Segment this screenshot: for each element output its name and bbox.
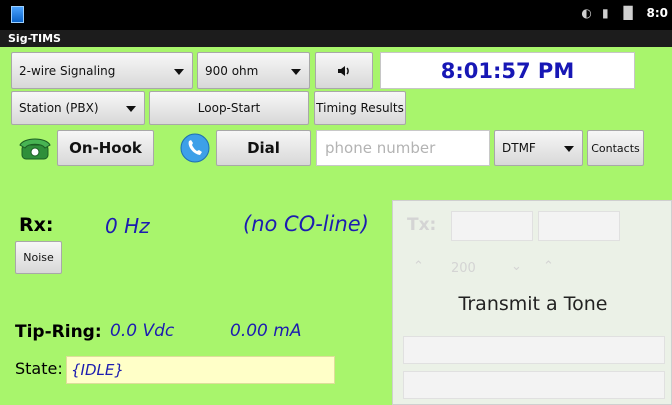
chevron-down-icon: ⌄ [511, 259, 522, 274]
status-bar [0, 0, 672, 30]
speaker-icon [338, 65, 349, 76]
signal-icon: ▐▌ [618, 6, 638, 20]
transmit-tone-label: Transmit a Tone [458, 293, 608, 315]
rx-label: Rx: [19, 214, 54, 236]
noise-button[interactable]: Noise [15, 241, 62, 274]
ghost-row-2 [403, 371, 665, 399]
app-title: Sig-TIMS [0, 30, 672, 47]
mode-select-value: 2-wire Signaling [19, 63, 116, 78]
tx-label: Tx: [407, 215, 437, 235]
tx-field [451, 211, 533, 241]
chevron-down-icon [126, 106, 136, 112]
chevron-up-icon: ⌃ [413, 259, 424, 274]
chevron-down-icon [174, 68, 184, 75]
station-select-value: Station (PBX) [19, 101, 99, 115]
tip-ring-label: Tip-Ring: [15, 322, 102, 342]
sync-icon: ◐ [581, 6, 592, 20]
status-time: 8:0 [646, 6, 669, 20]
station-select[interactable]: Station (PBX) [11, 91, 145, 125]
chevron-up-icon: ⌃ [543, 259, 554, 274]
contacts-button[interactable]: Contacts [587, 130, 644, 166]
status-icons: ◐ ▮ ▐▌ 8:0 [581, 6, 668, 20]
usb-icon: ▮ [602, 6, 609, 20]
transmit-tone-panel[interactable]: Tx: 200 ⌃ ⌄ ⌃ Transmit a Tone [392, 200, 672, 405]
timing-results-button[interactable]: Timing Results [314, 91, 406, 125]
chevron-down-icon [291, 68, 301, 75]
hook-phone-icon [19, 138, 51, 160]
co-line-status: (no CO-line) [243, 212, 369, 236]
tip-ring-voltage: 0.0 Vdc [110, 321, 175, 341]
phone-number-input[interactable]: phone number [316, 130, 490, 166]
loop-start-button[interactable]: Loop-Start [149, 91, 309, 125]
ghost-row [403, 336, 665, 364]
dial-mode-value: DTMF [502, 141, 536, 155]
volume-button[interactable] [315, 52, 373, 89]
tx-field-2 [538, 211, 620, 241]
dial-mode-select[interactable]: DTMF [494, 130, 583, 166]
on-hook-button[interactable]: On-Hook [57, 130, 154, 166]
tx-value: 200 [451, 261, 476, 276]
state-value: {IDLE} [66, 356, 335, 384]
tip-ring-current: 0.00 mA [230, 321, 302, 341]
clock-display: 8:01:57 PM [380, 52, 635, 89]
dial-button[interactable]: Dial [216, 130, 311, 166]
mode-select[interactable]: 2-wire Signaling [11, 52, 193, 89]
impedance-select[interactable]: 900 ohm [197, 52, 310, 89]
rx-frequency: 0 Hz [105, 214, 150, 238]
impedance-select-value: 900 ohm [205, 63, 259, 78]
dial-phone-icon [180, 133, 210, 163]
chevron-down-icon [564, 146, 574, 152]
state-label: State: [15, 359, 63, 378]
app-notification-icon [11, 6, 24, 23]
